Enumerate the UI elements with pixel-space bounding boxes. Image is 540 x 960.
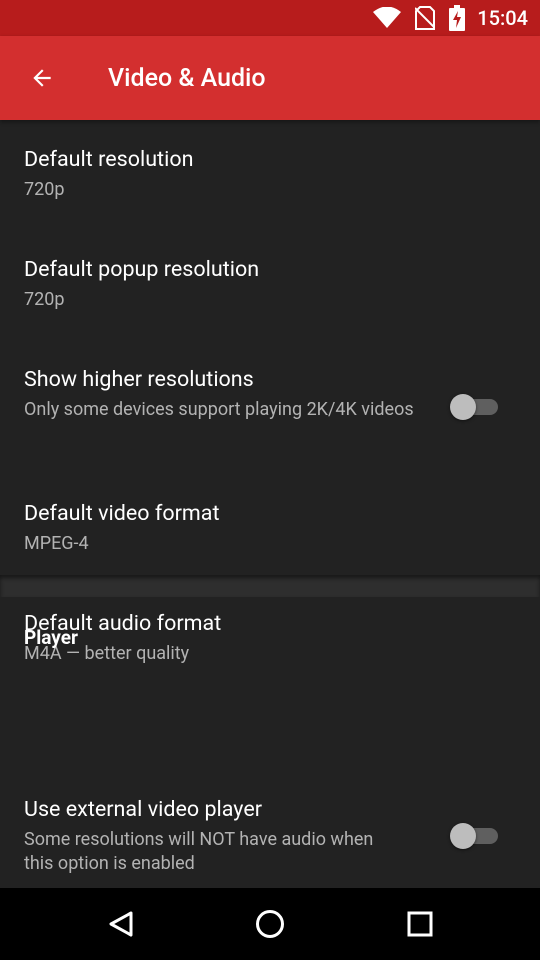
home-circle-icon <box>255 909 285 939</box>
pref-title: Show higher resolutions <box>24 367 254 392</box>
pref-summary: MPEG-4 <box>24 533 89 554</box>
battery-charging-icon <box>449 5 466 31</box>
page-title: Video & Audio <box>108 63 266 93</box>
nav-back-button[interactable] <box>71 888 171 960</box>
pref-default-video-format[interactable]: Default video format MPEG-4 <box>0 501 540 556</box>
switch-thumb <box>450 394 476 420</box>
pref-use-external-video-player[interactable]: Use external video player Some resolutio… <box>0 797 540 876</box>
external-player-switch[interactable] <box>450 823 500 849</box>
higher-resolutions-switch[interactable] <box>450 394 500 420</box>
nav-home-button[interactable] <box>220 888 320 960</box>
back-triangle-icon <box>107 910 135 938</box>
category-divider <box>0 575 540 597</box>
app-bar: Video & Audio <box>0 36 540 120</box>
pref-summary: 720p <box>24 179 65 200</box>
pref-default-popup-resolution[interactable]: Default popup resolution 720p <box>0 257 540 312</box>
status-bar: 15:04 <box>0 0 540 36</box>
switch-thumb <box>450 823 476 849</box>
pref-title: Default video format <box>24 501 220 526</box>
pref-default-resolution[interactable]: Default resolution 720p <box>0 147 540 202</box>
arrow-back-icon <box>29 65 55 91</box>
pref-title: Default resolution <box>24 147 194 172</box>
pref-summary: Some resolutions will NOT have audio whe… <box>24 829 374 874</box>
back-button[interactable] <box>14 50 70 106</box>
wifi-icon <box>373 7 402 29</box>
recents-square-icon <box>407 911 433 937</box>
pref-title: Default audio format <box>24 611 222 636</box>
nav-recents-button[interactable] <box>370 888 470 960</box>
status-time: 15:04 <box>477 6 528 30</box>
pref-title: Use external video player <box>24 797 263 822</box>
pref-show-higher-resolutions[interactable]: Show higher resolutions Only some device… <box>0 367 540 422</box>
pref-summary: Only some devices support playing 2K/4K … <box>24 399 414 420</box>
navigation-bar <box>0 888 540 960</box>
no-sim-icon <box>415 6 436 30</box>
category-player-title: Player <box>24 626 78 649</box>
pref-summary: M4A — better quality <box>24 643 190 664</box>
pref-summary: 720p <box>24 289 65 310</box>
pref-default-audio-format[interactable]: Default audio format M4A — better qualit… <box>0 611 540 666</box>
pref-title: Default popup resolution <box>24 257 260 282</box>
